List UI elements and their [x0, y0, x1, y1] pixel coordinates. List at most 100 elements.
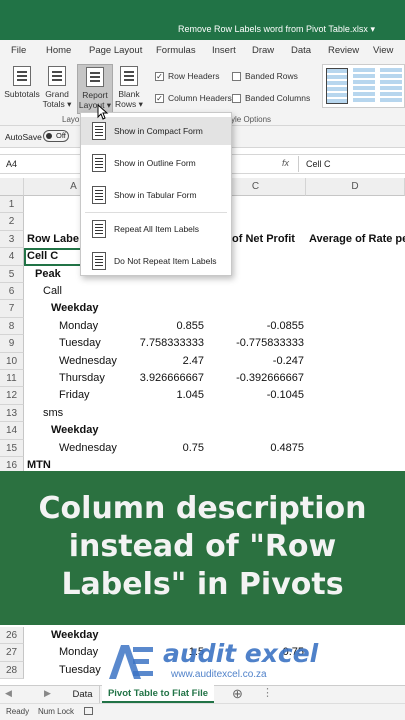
row-header[interactable]: 11 — [0, 370, 24, 388]
value-cell-c[interactable]: -0.775833333 — [206, 335, 304, 352]
row-header[interactable]: 10 — [0, 352, 24, 370]
select-all-corner[interactable] — [0, 178, 24, 196]
menu-item-repeat-labels[interactable]: Repeat All Item Labels — [81, 215, 231, 243]
value-cell-b[interactable] — [124, 283, 204, 300]
value-cell-b[interactable] — [124, 405, 204, 422]
row-header[interactable]: 27 — [0, 644, 24, 662]
value-cell-c[interactable] — [206, 405, 304, 422]
menu-item-do-not-repeat-labels[interactable]: Do Not Repeat Item Labels — [81, 247, 231, 275]
value-cell-b[interactable]: 7.758333333 — [124, 335, 204, 352]
pivot-style-2[interactable] — [353, 68, 375, 104]
menu-review[interactable]: Review — [328, 45, 359, 56]
row-header[interactable]: 6 — [0, 283, 24, 301]
more-options-icon[interactable]: ⋮ — [262, 686, 273, 699]
row-label-cell[interactable]: Tuesday — [59, 662, 101, 679]
pivot-style-1[interactable] — [326, 68, 348, 104]
row-label-cell[interactable]: Weekday — [51, 300, 99, 317]
value-cell-b[interactable]: 3.926666667 — [124, 370, 204, 387]
value-cell-b[interactable] — [124, 300, 204, 317]
row-label-cell[interactable]: Row Labe — [27, 231, 79, 248]
scroll-left-icon[interactable]: ◀ — [5, 688, 12, 699]
macro-record-icon[interactable] — [84, 707, 93, 715]
blank-rows-button[interactable]: Blank Rows ▾ — [111, 64, 147, 114]
sheet-tab-data[interactable]: Data — [66, 686, 100, 703]
add-sheet-icon[interactable]: ⊕ — [232, 686, 243, 702]
value-cell-c[interactable]: -0.0855 — [206, 318, 304, 335]
row-label-cell[interactable]: Call — [43, 283, 62, 300]
row-header[interactable]: 5 — [0, 265, 24, 283]
checkmark-icon: ✓ — [155, 93, 164, 103]
value-cell-c[interactable]: -0.247 — [206, 353, 304, 370]
value-cell-b[interactable] — [124, 457, 204, 471]
row-label-cell[interactable]: Monday — [59, 318, 98, 335]
menu-home[interactable]: Home — [46, 45, 71, 56]
value-cell-b[interactable]: 0.75 — [124, 440, 204, 457]
tabular-form-icon — [92, 186, 106, 204]
row-header[interactable]: 7 — [0, 300, 24, 318]
column-headers-checkbox[interactable]: ✓ Column Headers — [155, 93, 232, 103]
formula-input[interactable]: Cell C — [306, 159, 331, 169]
value-cell-c[interactable] — [206, 283, 304, 300]
menu-item-outline-form[interactable]: Show in Outline Form — [81, 149, 231, 177]
column-header-d[interactable]: D — [306, 178, 405, 196]
row-label-cell[interactable]: Weekday — [51, 422, 99, 439]
row-header[interactable]: 15 — [0, 439, 24, 457]
row-label-cell[interactable]: Wednesday — [59, 440, 117, 457]
menu-item-compact-form[interactable]: Show in Compact Form — [81, 117, 231, 145]
value-cell-b[interactable]: 0.855 — [124, 318, 204, 335]
value-cell-d[interactable]: Average of Rate pe — [309, 231, 405, 248]
row-header[interactable]: 9 — [0, 335, 24, 353]
row-header[interactable]: 26 — [0, 627, 24, 645]
row-header[interactable]: 3 — [0, 230, 24, 249]
row-label-cell[interactable]: Tuesday — [59, 335, 101, 352]
row-header[interactable]: 2 — [0, 213, 24, 231]
row-header[interactable]: 16 — [0, 457, 24, 471]
menu-draw[interactable]: Draw — [252, 45, 274, 56]
row-label-cell[interactable]: Wednesday — [59, 353, 117, 370]
report-layout-icon — [86, 67, 104, 87]
menu-formulas[interactable]: Formulas — [156, 45, 196, 56]
window-title: Remove Row Labels word from Pivot Table.… — [178, 24, 375, 34]
value-cell-b[interactable] — [124, 422, 204, 439]
autosave-toggle[interactable]: Off — [43, 130, 69, 142]
blank-rows-icon — [120, 66, 138, 86]
row-label-cell[interactable]: Thursday — [59, 370, 105, 387]
value-cell-b[interactable]: 2.47 — [124, 353, 204, 370]
row-header[interactable]: 8 — [0, 317, 24, 336]
row-header[interactable]: 14 — [0, 422, 24, 440]
banded-rows-checkbox[interactable]: Banded Rows — [232, 71, 298, 81]
row-header[interactable]: 4 — [0, 248, 24, 266]
row-label-cell[interactable]: Friday — [59, 387, 90, 404]
row-label-cell[interactable]: sms — [43, 405, 63, 422]
menu-view[interactable]: View — [373, 45, 393, 56]
subtotals-button[interactable]: Subtotals — [4, 64, 40, 114]
value-cell-c[interactable]: 0.4875 — [206, 440, 304, 457]
menu-page-layout[interactable]: Page Layout — [89, 45, 142, 56]
value-cell-c[interactable]: of Net Profit — [232, 231, 295, 248]
value-cell-c[interactable]: -0.392666667 — [206, 370, 304, 387]
pivot-style-3[interactable] — [380, 68, 402, 104]
row-label-cell[interactable]: Monday — [59, 644, 98, 661]
sheet-tab-pivot[interactable]: Pivot Table to Flat File — [102, 685, 214, 703]
scroll-right-icon[interactable]: ▶ — [44, 688, 51, 699]
row-headers-checkbox[interactable]: ✓ Row Headers — [155, 71, 220, 81]
value-cell-b[interactable]: 1.045 — [124, 387, 204, 404]
row-label-cell[interactable]: Weekday — [51, 627, 99, 644]
row-label-cell[interactable]: Peak — [35, 266, 61, 283]
pivot-styles-gallery[interactable] — [322, 64, 405, 108]
row-header[interactable]: 12 — [0, 387, 24, 405]
menu-item-tabular-form[interactable]: Show in Tabular Form — [81, 181, 231, 209]
menu-insert[interactable]: Insert — [212, 45, 236, 56]
name-box[interactable]: A4 — [6, 159, 17, 169]
menu-data[interactable]: Data — [291, 45, 311, 56]
grand-totals-button[interactable]: Grand Totals ▾ — [39, 64, 75, 114]
banded-columns-checkbox[interactable]: Banded Columns — [232, 93, 310, 103]
row-label-cell[interactable]: MTN — [27, 457, 51, 471]
row-header[interactable]: 1 — [0, 196, 24, 214]
row-header[interactable]: 13 — [0, 404, 24, 423]
menu-file[interactable]: File — [11, 45, 26, 56]
row-header[interactable]: 28 — [0, 661, 24, 680]
fx-icon[interactable]: fx — [282, 158, 289, 168]
value-cell-c[interactable]: -0.1045 — [206, 387, 304, 404]
no-repeat-labels-icon — [92, 252, 106, 270]
